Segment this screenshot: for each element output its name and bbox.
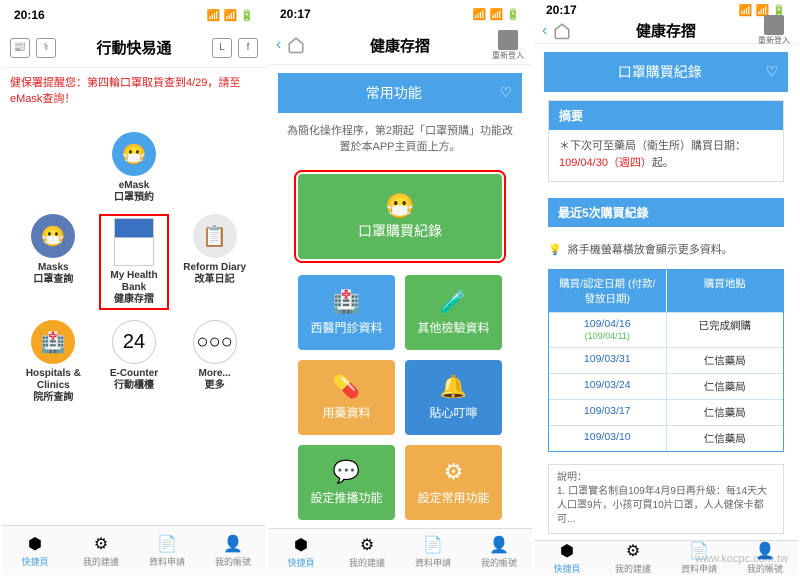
facebook-icon[interactable]: f (238, 38, 258, 58)
tab-apply[interactable]: 📄資料申請 (134, 526, 200, 575)
nav-bar: 📰 ⚕ 行動快易通 L f (2, 28, 266, 68)
tile-reminder[interactable]: 🔔貼心叮嚀 (405, 360, 502, 435)
tile-grid: 🏥西醫門診資料 🧪其他檢驗資料 💊用藥資料 🔔貼心叮嚀 💬設定推播功能 ⚙設定常… (268, 267, 532, 528)
masks-icon: 😷 (31, 214, 75, 258)
table-row: 109/03/10仁信藥局 (549, 425, 783, 451)
grid-item-reform[interactable]: 📋 Reform Diary改革日記 (179, 214, 250, 310)
health-bank-icon (114, 218, 154, 266)
summary-title: 摘要 (549, 101, 783, 130)
mask-icon: 😷 (298, 192, 502, 221)
tab-suggest[interactable]: ⚙我的建議 (68, 526, 134, 575)
chat-icon: 💬 (333, 459, 360, 485)
diary-icon: 📋 (193, 214, 237, 258)
lab-icon: 🧪 (440, 289, 467, 315)
tab-quick[interactable]: ⬢快捷頁 (2, 526, 68, 575)
home-icon[interactable] (553, 22, 571, 40)
nav-bar: ‹ 健康存摺 重新登入 (268, 27, 532, 65)
notice-banner: 健保署提醒您：第四輪口罩取貨查到4/29，請至eMask查詢！ (2, 68, 266, 112)
tab-bar: ⬢快捷頁 ⚙我的建議 📄資料申請 👤我的帳號 (2, 525, 266, 575)
records-section: 最近5次購買紀錄 (548, 198, 784, 227)
tile-medication[interactable]: 💊用藥資料 (298, 360, 395, 435)
tile-exam[interactable]: 🧪其他檢驗資料 (405, 275, 502, 350)
gear-icon: ⚙ (444, 459, 464, 485)
status-bar: 20:16 📶 📶 🔋 (2, 2, 266, 28)
page-title: 健康存摺 (370, 35, 430, 56)
tile-common[interactable]: ⚙設定常用功能 (405, 445, 502, 520)
screen-functions: 20:17 📶 📶 🔋 ‹ 健康存摺 重新登入 常用功能♡ 為簡化操作程序，第2… (268, 2, 532, 575)
tab-account[interactable]: 👤我的帳號 (732, 541, 798, 575)
records-title: 最近5次購買紀錄 (548, 198, 784, 227)
table-row: 109/03/31仁信藥局 (549, 347, 783, 373)
hospital-icon: 🏥 (333, 289, 360, 315)
bulb-icon: 💡 (548, 243, 562, 256)
badge-icon[interactable]: ⚕ (36, 38, 56, 58)
page-title: 健康存摺 (636, 20, 696, 41)
line-icon[interactable]: L (212, 38, 232, 58)
more-icon: ○○○ (193, 320, 237, 364)
page-title: 行動快易通 (96, 37, 171, 58)
hospital-icon: 🏥 (31, 320, 75, 364)
back-button[interactable]: ‹ (276, 36, 281, 54)
heart-icon[interactable]: ♡ (499, 84, 512, 101)
back-button[interactable]: ‹ (542, 22, 547, 40)
grid-item-emask[interactable]: 😷 eMask口罩預約 (99, 132, 170, 204)
col-date: 購買/認定日期 (付款/發放日期) (549, 270, 667, 312)
tip-rotate: 💡將手機螢幕橫放會顯示更多資料。 (534, 235, 798, 263)
tab-account[interactable]: 👤我的帳號 (466, 529, 532, 575)
tab-quick[interactable]: ⬢快捷頁 (534, 541, 600, 575)
screen-records: 20:17 📶 📶 🔋 ‹ 健康存摺 重新登入 口罩購買紀錄♡ 摘要 ＊下次可至… (534, 2, 798, 575)
table-row: 109/04/16(109/04/11)已完成網購 (549, 312, 783, 347)
grid-item-ecounter[interactable]: 24 E-Counter行動櫃檯 (99, 320, 170, 404)
tab-quick[interactable]: ⬢快捷頁 (268, 529, 334, 575)
tab-suggest[interactable]: ⚙我的建議 (334, 529, 400, 575)
table-row: 109/03/17仁信藥局 (549, 399, 783, 425)
relogin-button[interactable]: 重新登入 (492, 30, 524, 61)
col-place: 購買地點 (667, 270, 784, 312)
tab-account[interactable]: 👤我的帳號 (200, 526, 266, 575)
emask-icon: 😷 (112, 132, 156, 176)
grid-item-masks[interactable]: 😷 Masks口罩查詢 (18, 214, 89, 310)
screen-home: 20:16 📶 📶 🔋 📰 ⚕ 行動快易通 L f 健保署提醒您：第四輪口罩取貨… (2, 2, 266, 575)
status-bar: 20:17 📶 📶 🔋 (268, 2, 532, 27)
news-icon[interactable]: 📰 (10, 38, 30, 58)
tab-apply[interactable]: 📄資料申請 (666, 541, 732, 575)
grid-item-more[interactable]: ○○○ More...更多 (179, 320, 250, 404)
relogin-button[interactable]: 重新登入 (758, 15, 790, 46)
nav-bar: ‹ 健康存摺 重新登入 (534, 18, 798, 43)
tile-push[interactable]: 💬設定推播功能 (298, 445, 395, 520)
counter-icon: 24 (112, 320, 156, 364)
pill-icon: 💊 (333, 374, 360, 400)
table-row: 109/03/24仁信藥局 (549, 373, 783, 399)
heart-icon[interactable]: ♡ (765, 63, 778, 80)
section-header: 常用功能♡ (278, 73, 522, 113)
grid-item-hospitals[interactable]: 🏥 Hospitals & Clinics院所查詢 (18, 320, 89, 404)
home-icon[interactable] (287, 36, 305, 54)
tile-western[interactable]: 🏥西醫門診資料 (298, 275, 395, 350)
feature-grid: 😷 eMask口罩預約 😷 Masks口罩查詢 My Health Bank健康… (2, 112, 266, 424)
tab-suggest[interactable]: ⚙我的建議 (600, 541, 666, 575)
grid-item-health-bank[interactable]: My Health Bank健康存摺 (99, 214, 170, 310)
records-table: 購買/認定日期 (付款/發放日期) 購買地點 109/04/16(109/04/… (548, 269, 784, 452)
section-header: 口罩購買紀錄♡ (544, 52, 788, 92)
bell-icon: 🔔 (440, 374, 467, 400)
tab-bar: ⬢快捷頁 ⚙我的建議 📄資料申請 👤我的帳號 (534, 540, 798, 575)
summary-box: 摘要 ＊下次可至藥局（衛生所）購買日期： 109/04/30（週四）起。 (548, 100, 784, 182)
tab-apply[interactable]: 📄資料申請 (400, 529, 466, 575)
tab-bar: ⬢快捷頁 ⚙我的建議 📄資料申請 👤我的帳號 (268, 528, 532, 575)
description: 說明： 1. 口罩實名制自109年4月9日再升級：每14天大人口罩9片，小孩可買… (548, 464, 784, 534)
info-text: 為簡化操作程序，第2期起「口罩預購」功能改置於本APP主頁面上方。 (268, 113, 532, 166)
tile-mask-records[interactable]: 😷 口罩購買紀錄 (298, 174, 502, 259)
